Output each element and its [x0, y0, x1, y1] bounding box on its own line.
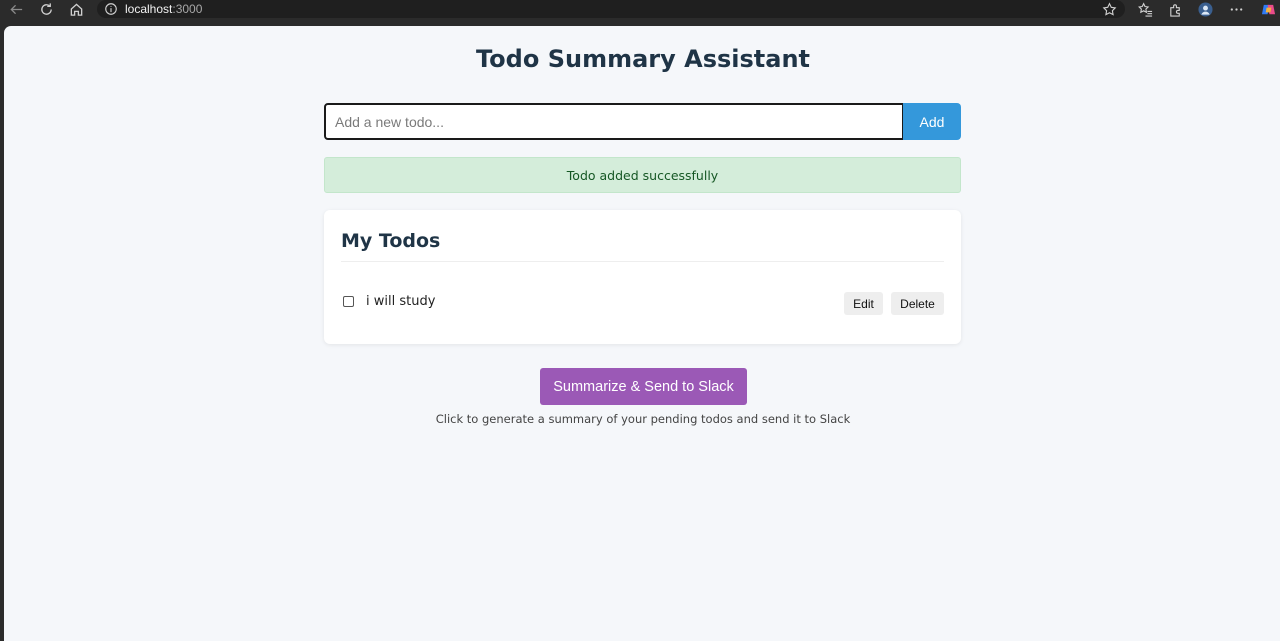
- summarize-send-slack-button[interactable]: Summarize & Send to Slack: [540, 368, 747, 405]
- summarize-helper-text: Click to generate a summary of your pend…: [435, 412, 851, 426]
- refresh-icon[interactable]: [34, 0, 58, 18]
- url-text: localhost:3000: [125, 1, 202, 17]
- browser-toolbar: localhost:3000: [0, 0, 1280, 26]
- back-icon[interactable]: [4, 0, 28, 18]
- edit-todo-button[interactable]: Edit: [844, 292, 883, 315]
- todo-list-title: My Todos: [341, 230, 441, 252]
- url-host: localhost: [125, 2, 173, 16]
- delete-todo-button[interactable]: Delete: [891, 292, 944, 315]
- page-content: Todo Summary Assistant Add Todo added su…: [4, 26, 1280, 641]
- copilot-icon[interactable]: [1257, 0, 1279, 18]
- more-icon[interactable]: [1225, 0, 1247, 18]
- favorites-icon[interactable]: [1134, 0, 1156, 18]
- page-title: Todo Summary Assistant: [476, 45, 810, 73]
- todo-item: i will study Edit Delete: [341, 288, 944, 316]
- new-todo-input[interactable]: [324, 103, 904, 140]
- home-icon[interactable]: [64, 0, 88, 18]
- todo-checkbox[interactable]: [343, 296, 354, 307]
- favorite-star-icon[interactable]: [1098, 0, 1120, 18]
- url-port: :3000: [172, 2, 203, 16]
- address-bar[interactable]: localhost:3000: [97, 0, 1125, 18]
- extensions-icon[interactable]: [1164, 0, 1186, 18]
- todo-list-card: My Todos i will study Edit Delete: [324, 210, 961, 344]
- info-icon[interactable]: [104, 2, 118, 16]
- success-alert: Todo added successfully: [324, 157, 961, 193]
- profile-icon[interactable]: [1194, 0, 1216, 18]
- add-todo-button[interactable]: Add: [903, 103, 961, 140]
- todo-text: i will study: [366, 294, 436, 309]
- card-divider: [341, 261, 944, 262]
